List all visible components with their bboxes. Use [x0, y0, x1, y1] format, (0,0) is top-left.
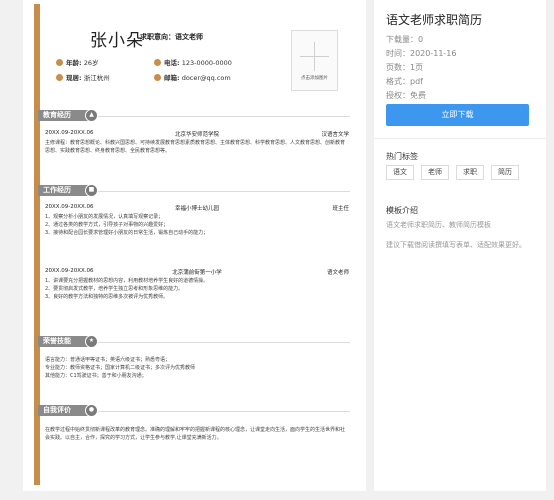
section-title: 工作经历: [38, 185, 88, 196]
section-skills-header: 荣誉技能 ★: [38, 335, 104, 348]
template-sidebar: 语文老师求职简历 下载量：0 时间：2020-11-16 页数：1页 格式：pd…: [374, 0, 546, 491]
skill-line: 语言能力：普通话甲等证书；英语六级证书；熟悉粤语；: [45, 357, 171, 363]
tag-resume[interactable]: 简历: [491, 165, 519, 180]
self-description: 在教学过程中始终贯彻新课程改革的教育理念。准确的理解和牢牢的把握新课程的核心理念…: [45, 427, 346, 441]
section-education-header: 教育经历 ▲: [38, 109, 104, 122]
sidebar-divider: [374, 138, 546, 139]
mail-icon: [154, 74, 161, 81]
tags-heading: 热门标签: [386, 152, 418, 161]
tag-teacher[interactable]: 老师: [421, 165, 449, 180]
meta-downloads: 下载量：0: [386, 35, 424, 44]
meta-time: 时间：2020-11-16: [386, 49, 457, 58]
work-item: 3、良好的教学方法和独特的思维多次被评为优秀教师。: [45, 294, 169, 300]
download-button[interactable]: 立即下载: [386, 104, 529, 126]
resume-page: 张小朵 求职意向： 语文老师 年龄: 26岁 电话: 123-0000-0000…: [34, 4, 356, 489]
phone-icon: [154, 59, 161, 66]
tag-chinese[interactable]: 语文: [386, 165, 414, 180]
skill-line: 专业能力：教师资格证书；国家计算机二级证书；多次评为优秀教师: [45, 365, 196, 371]
briefcase-icon: ■: [85, 184, 98, 197]
graduation-cap-icon: ▲: [85, 109, 98, 122]
photo-placeholder[interactable]: 点击添加图片: [291, 30, 338, 91]
skill-line: 其他能力：C1驾驶证书；善于和小朋友沟通；: [45, 373, 147, 379]
work-row: 20XX.09-20XX.06 北京蒲前街第一小学 语文老师: [45, 268, 349, 276]
job-intention-value: 语文老师: [175, 33, 203, 41]
intro-heading: 模板介绍: [386, 206, 418, 215]
suggestion-text: 建议下载借阅读撰填写表单、适配效果更好。: [386, 241, 526, 249]
section-title: 自我评价: [38, 405, 88, 416]
section-divider: [98, 342, 350, 343]
meta-pages: 页数：1页: [386, 63, 424, 72]
meta-license: 授权：免费: [386, 91, 426, 100]
section-divider: [98, 191, 350, 192]
intro-text: 语文老师求职简历、教师简历模板: [386, 221, 491, 229]
education-row: 20XX.09-20XX.06 北京华安师范学院 汉语言文学: [45, 130, 349, 138]
resume-name: 张小朵: [90, 31, 144, 51]
section-work-header: 工作经历 ■: [38, 184, 104, 197]
link-icon: ●: [85, 404, 98, 417]
resume-preview: 张小朵 求职意向： 语文老师 年龄: 26岁 电话: 123-0000-0000…: [23, 0, 366, 491]
work-item: 2、通过各类的教学方式，引导孩子对事物的兴趣爱好；: [45, 222, 169, 228]
section-title: 教育经历: [38, 110, 88, 121]
section-divider: [98, 411, 350, 412]
location-icon: [56, 74, 63, 81]
section-self-header: 自我评价 ●: [38, 404, 104, 417]
job-intention-label: 求职意向：: [140, 33, 175, 41]
work-row: 20XX.09-20XX.06 幸福小博士幼儿园 班主任: [45, 204, 349, 212]
section-title: 荣誉技能: [38, 336, 88, 347]
work-item: 1、讲课要充分把握教材的思想内容，利用教材培养学生良好的道德情操。: [45, 278, 209, 284]
work-item: 2、要贯彻启发式教学，培养学生独立思考和形象思维的能力。: [45, 286, 184, 292]
section-divider: [98, 116, 350, 117]
meta-format: 格式：pdf: [386, 77, 423, 86]
person-icon: [56, 59, 63, 66]
work-item: 3、接待和配合园长要求管理好小朋友的日常生活，锻炼自己动手的能力；: [45, 230, 209, 236]
work-item: 1、观察分析小朋友的发展情况，认真填写观察记录；: [45, 214, 164, 220]
info-age: 年龄: 26岁: [56, 57, 98, 67]
photo-caption: 点击添加图片: [301, 76, 328, 81]
info-phone: 电话: 123-0000-0000: [154, 57, 232, 67]
trophy-icon: ★: [85, 335, 98, 348]
tag-job-seeking[interactable]: 求职: [456, 165, 484, 180]
template-title: 语文老师求职简历: [386, 13, 483, 27]
education-description: 主修课程：教育思想概论、科教兴国思想、可持续发展教育思想素质教育思想、主体教育思…: [45, 140, 346, 154]
info-location: 现居: 浙江杭州: [56, 72, 110, 82]
info-email: 邮箱: docer@qq.com: [154, 72, 231, 82]
